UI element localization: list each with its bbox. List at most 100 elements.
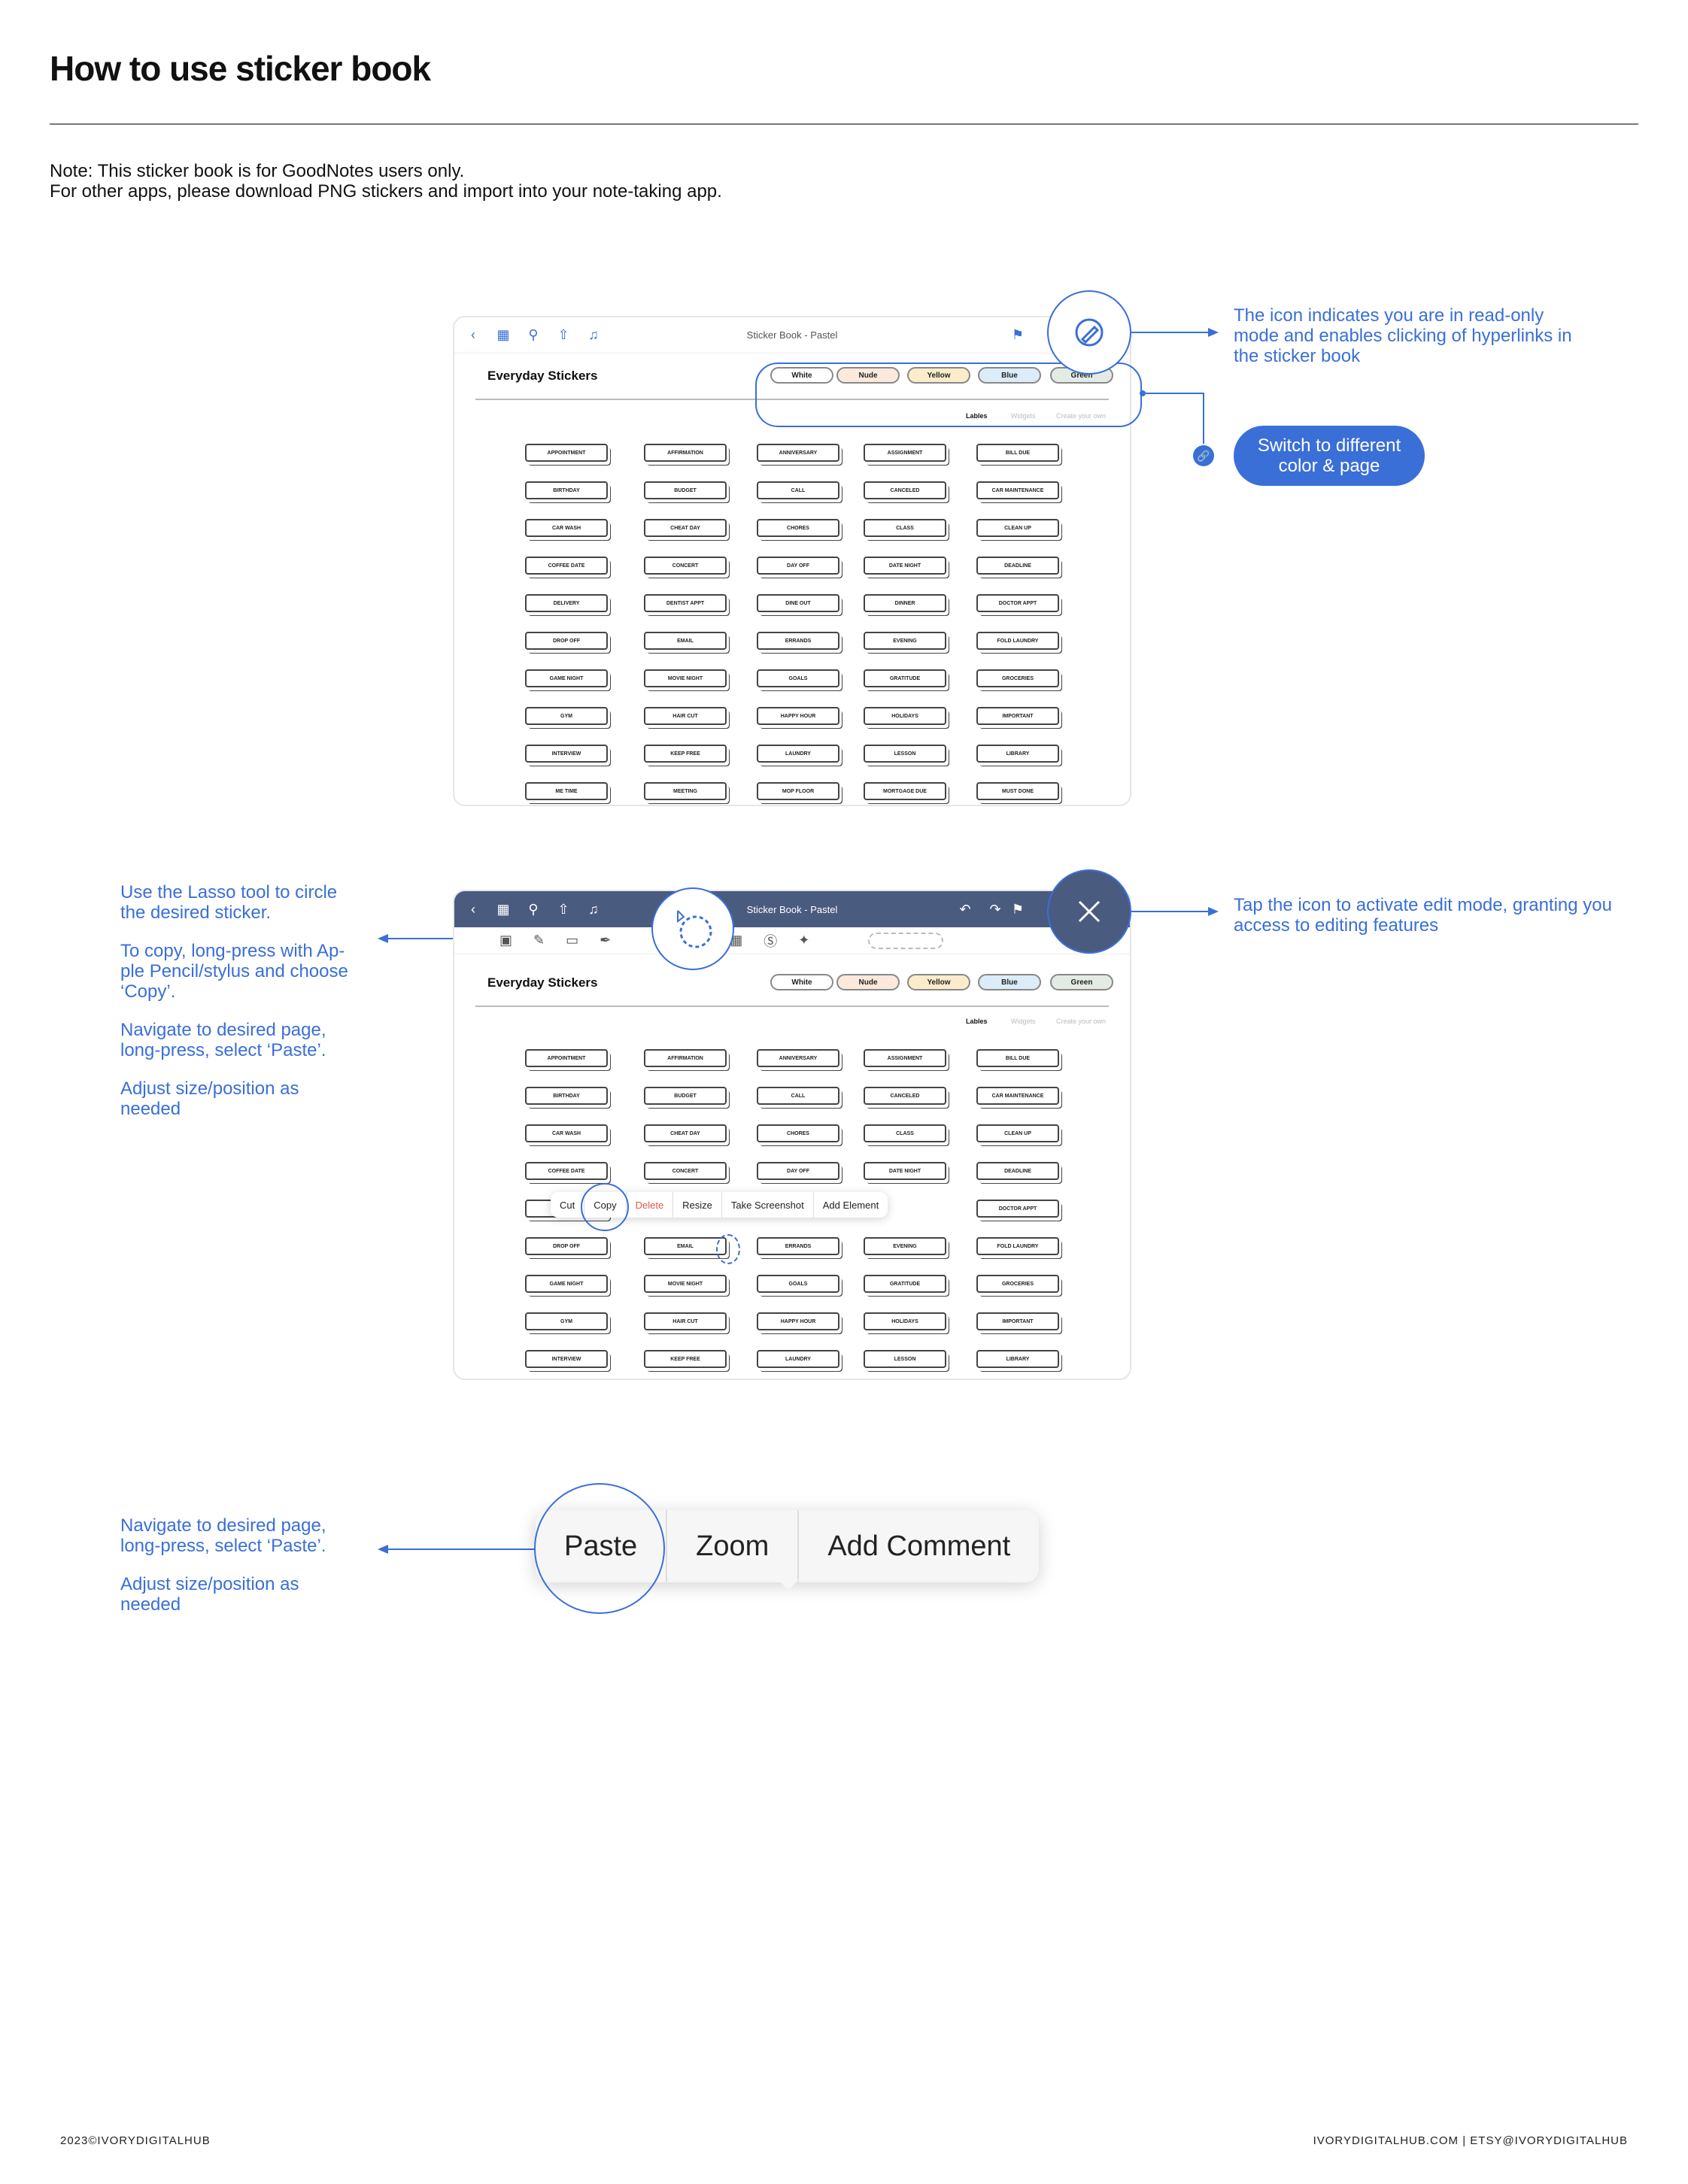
sticker[interactable]: COFFEE DATE <box>525 1162 608 1180</box>
read-mode-icon[interactable]: ▣ <box>499 933 512 948</box>
sticker[interactable]: MORTGAGE DUE <box>864 782 946 800</box>
sticker[interactable]: EMAIL <box>644 632 727 650</box>
menu-add-element[interactable]: Add Element <box>814 1192 888 1218</box>
sticker[interactable]: EMAIL <box>644 1237 727 1255</box>
eraser-tool-icon[interactable]: ▭ <box>566 933 578 948</box>
sticker[interactable]: CLASS <box>864 519 946 537</box>
sticker[interactable]: CAR MAINTENANCE <box>976 1087 1059 1105</box>
sticker[interactable]: CLEAN UP <box>976 519 1059 537</box>
sticker[interactable]: ME TIME <box>525 782 608 800</box>
sticker[interactable]: KEEP FREE <box>644 1350 727 1368</box>
sticker[interactable]: KEEP FREE <box>644 745 727 763</box>
color-chip-nude[interactable]: Nude <box>836 974 900 990</box>
search-icon[interactable]: ⚲ <box>525 327 542 344</box>
sticker[interactable]: APPOINTMENT <box>525 444 608 462</box>
sticker[interactable]: GROCERIES <box>976 669 1059 687</box>
sticker[interactable]: MOVIE NIGHT <box>644 1275 727 1293</box>
sticker[interactable]: GROCERIES <box>976 1275 1059 1293</box>
sticker[interactable]: GYM <box>525 707 608 725</box>
sticker[interactable]: BIRTHDAY <box>525 1087 608 1105</box>
sticker[interactable]: INTERVIEW <box>525 1350 608 1368</box>
color-chip-blue[interactable]: Blue <box>978 974 1041 990</box>
sticker[interactable]: LESSON <box>864 1350 946 1368</box>
share-icon[interactable]: ⇧ <box>555 327 572 344</box>
color-chip-white[interactable]: White <box>770 974 833 990</box>
sticker[interactable]: GYM <box>525 1312 608 1330</box>
sticker[interactable]: FOLD LAUNDRY <box>976 1237 1059 1255</box>
sticker[interactable]: CANCELED <box>864 1087 946 1105</box>
tab-lables[interactable]: Lables <box>966 1018 988 1025</box>
sticker[interactable]: GAME NIGHT <box>525 669 608 687</box>
sticker[interactable]: HOLIDAYS <box>864 1312 946 1330</box>
sticker[interactable]: DATE NIGHT <box>864 557 946 575</box>
microphone-icon[interactable]: ♫ <box>585 901 602 918</box>
sticker[interactable]: COFFEE DATE <box>525 557 608 575</box>
sticker[interactable]: DAY OFF <box>757 1162 839 1180</box>
back-chevron-icon[interactable]: ‹ <box>465 327 481 344</box>
sticker[interactable]: BUDGET <box>644 1087 727 1105</box>
sticker[interactable]: BILL DUE <box>976 1049 1059 1067</box>
sticker[interactable]: BILL DUE <box>976 444 1059 462</box>
pen-tool-icon[interactable]: ✎ <box>533 933 545 948</box>
sticker[interactable]: HAIR CUT <box>644 707 727 725</box>
sticker[interactable]: FOLD LAUNDRY <box>976 632 1059 650</box>
sticker[interactable]: BIRTHDAY <box>525 481 608 499</box>
menu-delete[interactable]: Delete <box>627 1192 674 1218</box>
bookmark-icon[interactable]: ⚑ <box>1009 901 1026 918</box>
sticker[interactable]: DEADLINE <box>976 557 1059 575</box>
tab-widgets[interactable]: Widgets <box>1011 1018 1036 1025</box>
sticker[interactable]: LAUNDRY <box>757 1350 839 1368</box>
sticker[interactable]: LIBRARY <box>976 745 1059 763</box>
sticker[interactable]: CAR MAINTENANCE <box>976 481 1059 499</box>
sticker[interactable]: IMPORTANT <box>976 707 1059 725</box>
sticker[interactable]: LESSON <box>864 745 946 763</box>
sticker[interactable]: CLEAN UP <box>976 1124 1059 1142</box>
sticker[interactable]: CHORES <box>757 1124 839 1142</box>
undo-icon[interactable]: ↶ <box>957 901 973 918</box>
back-chevron-icon[interactable]: ‹ <box>465 901 481 918</box>
sticker[interactable]: ANNIVERSARY <box>757 1049 839 1067</box>
sticker[interactable]: DENTIST APPT <box>644 594 727 612</box>
sticker[interactable]: EVENING <box>864 1237 946 1255</box>
color-chip-yellow[interactable]: Yellow <box>907 974 970 990</box>
sticker[interactable]: INTERVIEW <box>525 745 608 763</box>
search-icon[interactable]: ⚲ <box>525 901 542 918</box>
sticker[interactable]: LAUNDRY <box>757 745 839 763</box>
microphone-icon[interactable]: ♫ <box>585 327 602 344</box>
sticker[interactable]: AFFIRMATION <box>644 444 727 462</box>
text-tool-icon[interactable]: Ⓢ <box>764 931 777 951</box>
bookmark-icon[interactable]: ⚑ <box>1009 327 1026 344</box>
sticker[interactable]: DINE OUT <box>757 594 839 612</box>
sticker[interactable]: HAPPY HOUR <box>757 707 839 725</box>
color-swatch-selector[interactable] <box>868 932 944 949</box>
sticker[interactable]: ANNIVERSARY <box>757 444 839 462</box>
sticker[interactable]: DEADLINE <box>976 1162 1059 1180</box>
sticker[interactable]: DELIVERY <box>525 594 608 612</box>
sticker[interactable]: CAR WASH <box>525 519 608 537</box>
sticker[interactable]: CALL <box>757 481 839 499</box>
sticker[interactable]: ASSIGNMENT <box>864 1049 946 1067</box>
sticker[interactable]: ERRANDS <box>757 1237 839 1255</box>
menu-resize[interactable]: Resize <box>673 1192 722 1218</box>
redo-icon[interactable]: ↷ <box>987 901 1003 918</box>
sticker[interactable]: DATE NIGHT <box>864 1162 946 1180</box>
sticker[interactable]: AFFIRMATION <box>644 1049 727 1067</box>
grid-icon[interactable]: ▦ <box>495 327 512 344</box>
sticker[interactable]: CONCERT <box>644 557 727 575</box>
sticker[interactable]: MOP FLOOR <box>757 782 839 800</box>
sticker[interactable]: HOLIDAYS <box>864 707 946 725</box>
menu-take-screenshot[interactable]: Take Screenshot <box>722 1192 814 1218</box>
menu-cut[interactable]: Cut <box>551 1192 585 1218</box>
sticker[interactable]: CHEAT DAY <box>644 519 727 537</box>
sticker[interactable]: CALL <box>757 1087 839 1105</box>
sticker[interactable]: LIBRARY <box>976 1350 1059 1368</box>
sticker[interactable]: MOVIE NIGHT <box>644 669 727 687</box>
sticker[interactable]: EVENING <box>864 632 946 650</box>
sticker[interactable]: GOALS <box>757 669 839 687</box>
sticker[interactable]: DOCTOR APPT <box>976 1200 1059 1218</box>
sticker[interactable]: IMPORTANT <box>976 1312 1059 1330</box>
sticker[interactable]: CHORES <box>757 519 839 537</box>
sticker[interactable]: GOALS <box>757 1275 839 1293</box>
menu-add-comment[interactable]: Add Comment <box>799 1510 1039 1582</box>
sticker[interactable]: CAR WASH <box>525 1124 608 1142</box>
